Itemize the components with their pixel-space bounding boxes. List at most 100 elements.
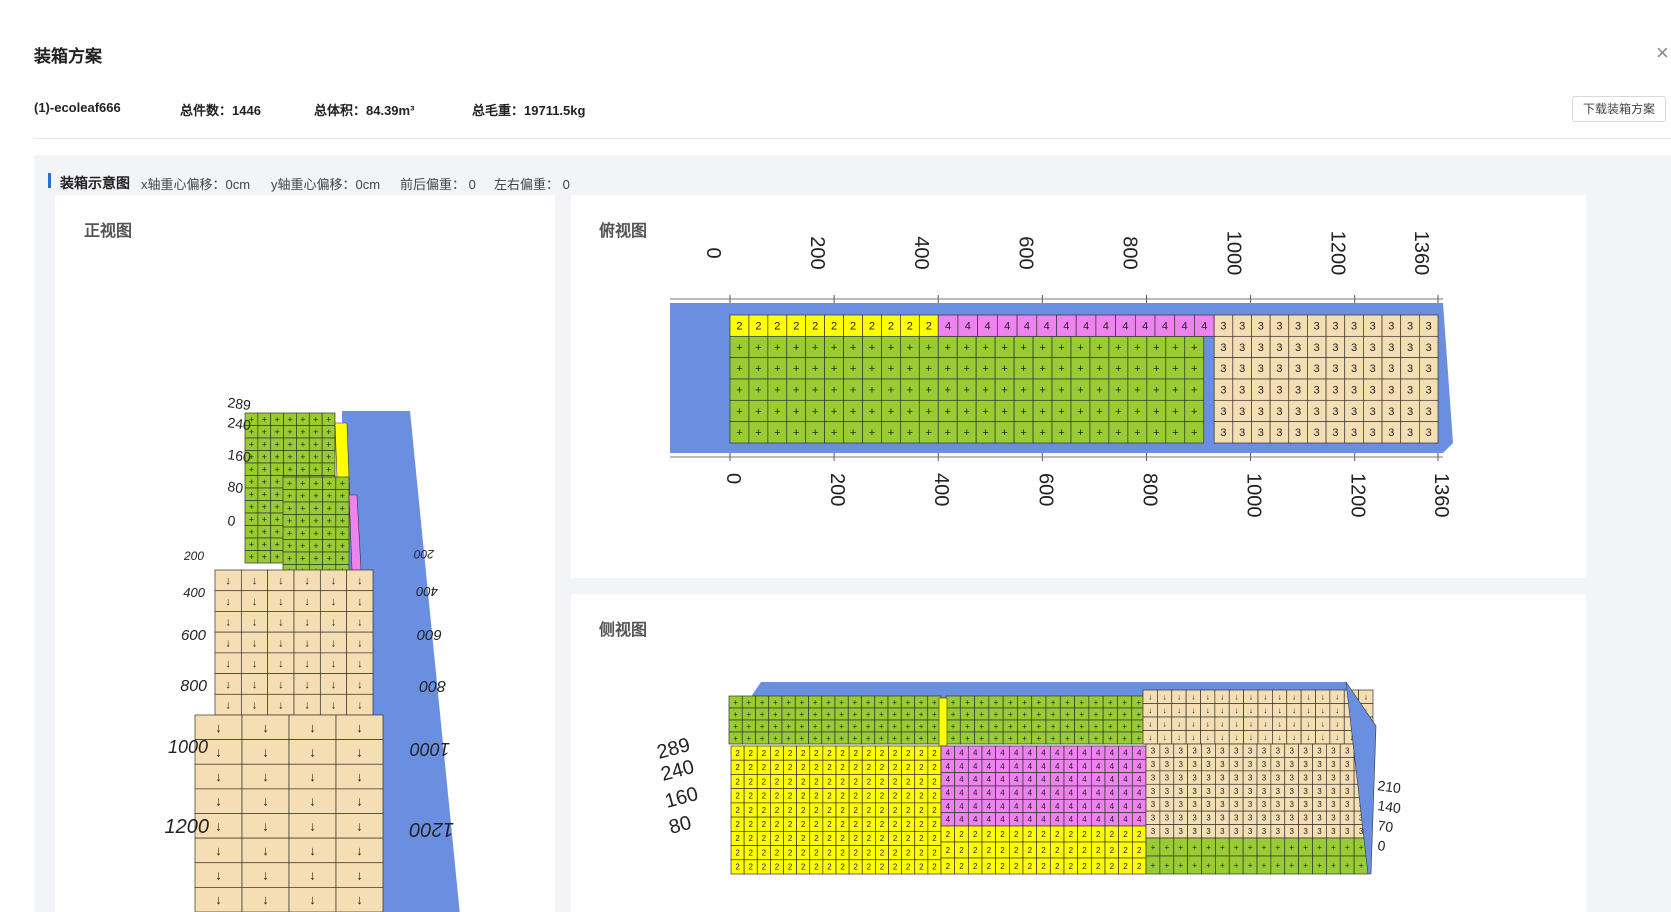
cargo-box-label: + [812,406,818,418]
cargo-box-label: 3 [1314,342,1320,354]
cargo-box-label: 2 [1096,862,1101,871]
front-view-card: 正视图 + + + + + + + + + + + + + + + + + + + + + + + + + + + + + + + + + + + +… [55,195,555,912]
cargo-box-label: 2 [801,863,806,872]
cargo-box-label: 3 [1220,406,1226,418]
cargo-box-label: 3 [1289,747,1294,756]
cargo-box-label: 3 [1370,342,1376,354]
cargo-box-label: 3 [1262,800,1267,809]
cargo-box-label: ↓ [1335,733,1339,742]
cargo-box-label: 4 [1201,321,1207,333]
cargo-box-label: 3 [1165,773,1170,782]
cargo-box-label: 3 [1276,385,1282,397]
cargo-box-label: + [326,439,331,449]
cargo-box-label: + [1079,710,1084,719]
cargo-box-label: ↓ [1249,693,1253,702]
cargo-box-label: + [892,698,897,707]
cargo-box-label: + [919,698,924,707]
cargo-box-label: ↓ [309,818,316,833]
cargo-box-label: 3 [1407,406,1413,418]
cargo-box-label: 2 [775,820,780,829]
cargo-box-label: ↓ [278,699,284,711]
cargo-box-label: + [773,698,778,707]
bottom-axis-tick: 400 [930,473,952,506]
cargo-box-label: + [979,698,984,707]
cargo-box-label: 2 [906,777,911,786]
cargo-box-label: + [944,385,950,397]
cargo-box-label: 2 [1041,862,1046,871]
cargo-box-label: 2 [1110,862,1115,871]
cargo-box-label: 2 [827,848,832,857]
side-height-tick: 80 [667,812,694,839]
cargo-box-label: 3 [1248,814,1253,823]
cargo-box-label: 2 [840,806,845,815]
cargo-box-label: 3 [1317,760,1322,769]
cargo-box-label: + [1137,710,1142,719]
cargo-box-label: + [327,528,332,538]
cargo-box-label: + [1137,722,1142,731]
cargo-box-label: + [853,734,858,743]
cargo-box-label: ↓ [225,575,231,587]
cargo-box-label: 2 [1055,846,1060,855]
cargo-box-label: ↓ [1278,733,1282,742]
cargo-box-label: 2 [906,749,911,758]
cargo-box-label: + [1058,363,1064,375]
cargo-box-label: 2 [893,792,898,801]
cargo-box-label: 3 [1220,800,1225,809]
cargo-box-label: 3 [1289,760,1294,769]
cargo-box-label: + [313,516,318,526]
cargo-box-label: + [1220,861,1225,870]
cargo-box-label: 4 [1182,321,1188,333]
cargo-box-label: 4 [1000,775,1005,784]
cargo-box-label: + [1051,734,1056,743]
cargo-box-label: + [287,439,292,449]
cargo-box-label: 3 [1303,773,1308,782]
cargo-box-label: 2 [748,834,753,843]
cargo-box-label: ↓ [1191,720,1195,729]
cargo-box-label: + [1001,385,1007,397]
cargo-box-label: + [327,478,332,488]
cargo-box-label: 3 [1192,814,1197,823]
cargo-box-label: + [313,478,318,488]
cargo-box-label: 4 [973,802,978,811]
cargo-box-label: 2 [788,863,793,872]
cargo-box-label: + [313,464,318,474]
cargo-box-label: ↓ [309,720,316,735]
cargo-box-label: 2 [880,848,885,857]
cargo-box-label: 4 [1082,802,1087,811]
cargo-box-label: 3 [1295,321,1301,333]
cargo-box-label: 4 [1082,815,1087,824]
cargo-box-label: ↓ [1306,733,1310,742]
cargo-box-label: 4 [1069,775,1074,784]
cargo-box-label: + [1039,363,1045,375]
cargo-box-label: 4 [1123,802,1128,811]
cargo-box-label: + [1115,342,1121,354]
cargo-box-label: + [249,489,254,499]
cargo-box-label: 4 [1082,748,1087,757]
cargo-box-label: + [979,710,984,719]
close-icon[interactable]: × [1656,40,1669,66]
cargo-box-label: + [1192,861,1197,870]
cargo-box-label: 4 [959,762,964,771]
download-plan-button[interactable]: 下载装箱方案 [1572,96,1667,122]
cargo-box-label: 2 [906,834,911,843]
cargo-box-label: 2 [1055,830,1060,839]
cargo-box-label: + [793,385,799,397]
cargo-box-label: 3 [1234,773,1239,782]
cargo-box-label: + [733,710,738,719]
cargo-box-label: + [1115,427,1121,439]
cargo-box-label: + [262,439,267,449]
cargo-box-label: 3 [1258,342,1264,354]
cargo-box-label: 2 [735,863,740,872]
cargo-box-label: 4 [1137,815,1142,824]
cargo-box-label: + [275,414,280,424]
cargo-box-label: + [1108,698,1113,707]
cargo-box-label: + [979,734,984,743]
cargo-box-label: + [1094,710,1099,719]
cargo-box-label: + [786,734,791,743]
cargo-box-label: 4 [1110,815,1115,824]
cargo-box-label: + [287,478,292,488]
cargo-box-label: + [262,489,267,499]
cargo-box-label: + [773,734,778,743]
cargo-box-label: + [850,363,856,375]
cargo-box-label: 3 [1220,827,1225,836]
